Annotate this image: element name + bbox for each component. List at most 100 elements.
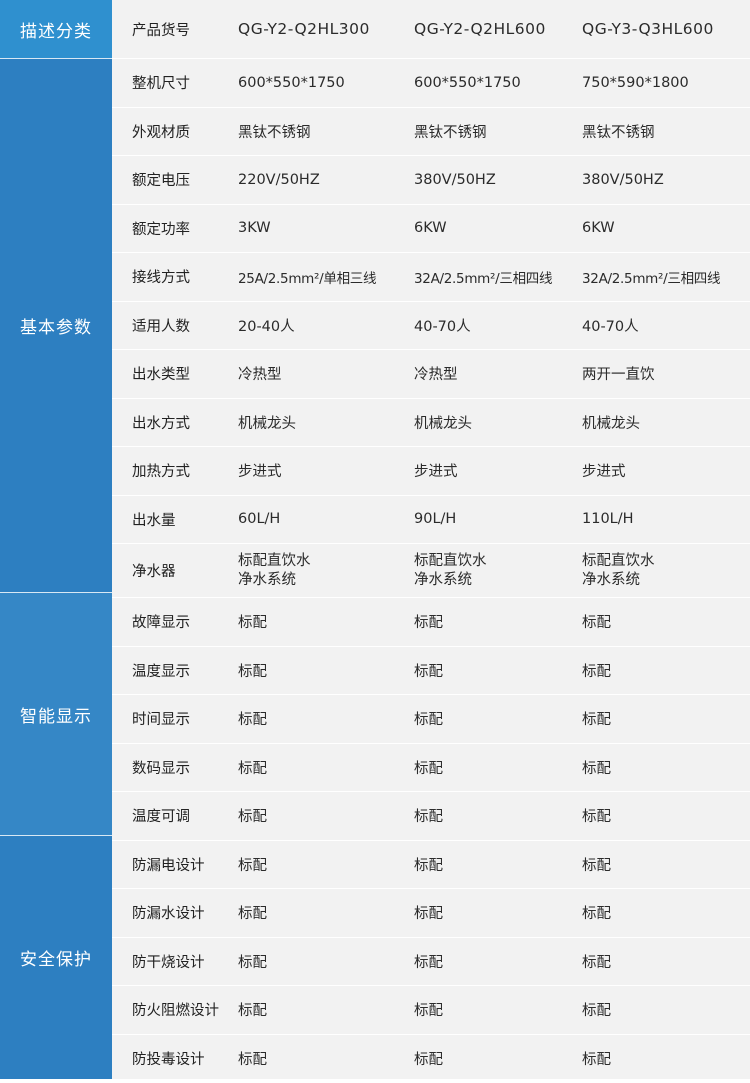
- cell-value: 标配: [410, 902, 578, 923]
- category-smart-display: 智能显示: [0, 593, 112, 836]
- cell-value: 步进式: [410, 460, 578, 481]
- model-1: QG-Y2-Q2HL300: [233, 20, 410, 38]
- cell-value: 220V/50HZ: [233, 172, 410, 188]
- row-label: 温度可调: [112, 805, 233, 826]
- row-label: 防火阻燃设计: [112, 999, 233, 1020]
- row-label: 故障显示: [112, 611, 233, 632]
- cell-value: 冷热型: [410, 363, 578, 384]
- row-label: 出水类型: [112, 363, 233, 384]
- row-label: 出水量: [112, 509, 233, 530]
- cell-value: 标配: [410, 708, 578, 729]
- table-row: 净水器 标配直饮水 净水系统 标配直饮水 净水系统 标配直饮水 净水系统: [112, 544, 750, 598]
- row-label: 防漏电设计: [112, 854, 233, 875]
- spec-sheet: 描述分类 基本参数 智能显示 安全保护 产品货号 QG-Y2-Q2HL300 Q…: [0, 0, 750, 1079]
- category-column: 描述分类 基本参数 智能显示 安全保护: [0, 0, 112, 1079]
- cell-value: 40-70人: [578, 315, 750, 336]
- cell-line: 标配直饮水: [414, 552, 578, 571]
- row-label: 接线方式: [112, 266, 233, 287]
- cell-value: 黑钛不锈钢: [578, 121, 750, 142]
- cell-line: 标配直饮水: [238, 552, 410, 571]
- cell-value: 标配: [410, 999, 578, 1020]
- row-label: 整机尺寸: [112, 72, 233, 93]
- category-header: 描述分类: [0, 0, 112, 59]
- table-row: 防干烧设计 标配 标配 标配: [112, 938, 750, 987]
- cell-value: 冷热型: [233, 363, 410, 384]
- table-row: 防投毒设计 标配 标配 标配: [112, 1035, 750, 1083]
- cell-value: 标配: [233, 999, 410, 1020]
- row-label: 时间显示: [112, 708, 233, 729]
- cell-value: 750*590*1800: [578, 75, 750, 91]
- cell-value: 标配: [578, 757, 750, 778]
- cell-value: 标配: [233, 854, 410, 875]
- cell-value: 90L/H: [410, 511, 578, 527]
- cell-value: 标配: [233, 708, 410, 729]
- cell-line: 标配直饮水: [582, 552, 750, 571]
- table-row: 故障显示 标配 标配 标配: [112, 598, 750, 647]
- row-label: 净水器: [112, 560, 233, 581]
- cell-value: 标配: [578, 805, 750, 826]
- cell-value: 机械龙头: [410, 412, 578, 433]
- cell-value: 标配: [410, 611, 578, 632]
- model-2: QG-Y2-Q2HL600: [410, 20, 578, 38]
- header-label: 产品货号: [112, 19, 233, 40]
- cell-value: 标配直饮水 净水系统: [578, 552, 750, 590]
- cell-line: 净水系统: [582, 571, 750, 590]
- cell-value: 600*550*1750: [410, 75, 578, 91]
- cell-value: 标配: [578, 999, 750, 1020]
- category-safety: 安全保护: [0, 836, 112, 1079]
- row-label: 外观材质: [112, 121, 233, 142]
- cell-value: 标配: [578, 660, 750, 681]
- cell-value: 标配: [410, 660, 578, 681]
- model-3: QG-Y3-Q3HL600: [578, 20, 750, 38]
- cell-value: 黑钛不锈钢: [410, 121, 578, 142]
- cell-value: 标配: [233, 951, 410, 972]
- cell-line: 净水系统: [414, 571, 578, 590]
- row-label: 加热方式: [112, 460, 233, 481]
- cell-value: 标配: [578, 854, 750, 875]
- cell-value: 标配: [410, 1048, 578, 1069]
- cell-value: 32A/2.5mm²/三相四线: [578, 267, 750, 287]
- row-label: 适用人数: [112, 315, 233, 336]
- table-row: 接线方式 25A/2.5mm²/单相三线 32A/2.5mm²/三相四线 32A…: [112, 253, 750, 302]
- cell-value: 标配: [410, 805, 578, 826]
- row-label: 温度显示: [112, 660, 233, 681]
- table-row: 数码显示 标配 标配 标配: [112, 744, 750, 793]
- cell-line: 净水系统: [238, 571, 410, 590]
- cell-value: 两开一直饮: [578, 363, 750, 384]
- cell-value: 6KW: [410, 220, 578, 236]
- cell-value: 标配: [410, 757, 578, 778]
- cell-value: 20-40人: [233, 315, 410, 336]
- cell-value: 标配: [578, 1048, 750, 1069]
- table-header-row: 产品货号 QG-Y2-Q2HL300 QG-Y2-Q2HL600 QG-Y3-Q…: [112, 0, 750, 59]
- cell-value: 标配: [233, 757, 410, 778]
- row-label: 出水方式: [112, 412, 233, 433]
- cell-value: 标配: [233, 660, 410, 681]
- cell-value: 标配: [578, 708, 750, 729]
- row-label: 防漏水设计: [112, 902, 233, 923]
- cell-value: 3KW: [233, 220, 410, 236]
- table-row: 时间显示 标配 标配 标配: [112, 695, 750, 744]
- table-row: 额定电压 220V/50HZ 380V/50HZ 380V/50HZ: [112, 156, 750, 205]
- cell-value: 标配: [410, 951, 578, 972]
- cell-value: 步进式: [233, 460, 410, 481]
- table-row: 出水类型 冷热型 冷热型 两开一直饮: [112, 350, 750, 399]
- cell-value: 黑钛不锈钢: [233, 121, 410, 142]
- cell-value: 380V/50HZ: [410, 172, 578, 188]
- cell-value: 110L/H: [578, 511, 750, 527]
- cell-value: 标配: [233, 611, 410, 632]
- cell-value: 机械龙头: [578, 412, 750, 433]
- cell-value: 标配: [233, 805, 410, 826]
- cell-value: 60L/H: [233, 511, 410, 527]
- cell-value: 步进式: [578, 460, 750, 481]
- cell-value: 标配: [410, 854, 578, 875]
- cell-value: 标配: [578, 611, 750, 632]
- cell-value: 600*550*1750: [233, 75, 410, 91]
- category-basic-params: 基本参数: [0, 59, 112, 593]
- table-row: 温度可调 标配 标配 标配: [112, 792, 750, 841]
- spec-table: 产品货号 QG-Y2-Q2HL300 QG-Y2-Q2HL600 QG-Y3-Q…: [112, 0, 750, 1079]
- table-row: 出水量 60L/H 90L/H 110L/H: [112, 496, 750, 545]
- cell-value: 标配直饮水 净水系统: [410, 552, 578, 590]
- cell-value: 25A/2.5mm²/单相三线: [233, 267, 410, 287]
- cell-value: 32A/2.5mm²/三相四线: [410, 267, 578, 287]
- cell-value: 标配: [233, 902, 410, 923]
